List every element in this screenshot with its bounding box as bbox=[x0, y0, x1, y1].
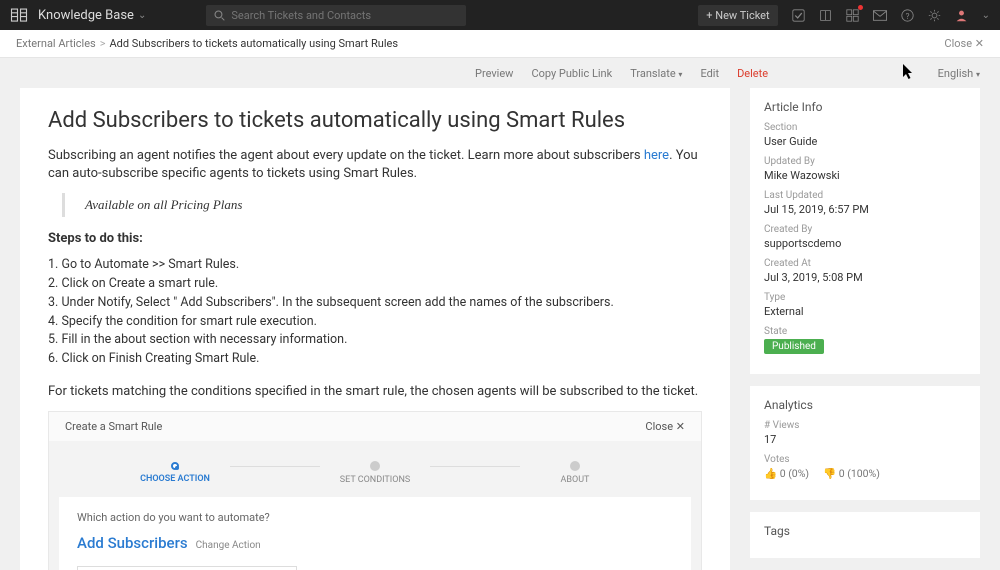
caret-down-icon: ▾ bbox=[976, 70, 980, 79]
list-item: Specify the condition for smart rule exe… bbox=[48, 313, 702, 332]
list-item: Click on Finish Creating Smart Rule. bbox=[48, 350, 702, 369]
list-item: Under Notify, Select " Add Subscribers".… bbox=[48, 294, 702, 313]
kb-title[interactable]: Knowledge Base bbox=[38, 8, 134, 23]
change-action-link[interactable]: Change Action bbox=[196, 540, 261, 551]
translate-menu[interactable]: Translate ▾ bbox=[630, 67, 682, 80]
steps-list: Go to Automate >> Smart Rules. Click on … bbox=[48, 256, 702, 369]
chevron-down-icon[interactable]: ⌄ bbox=[138, 10, 146, 21]
close-icon: ✕ bbox=[676, 420, 685, 433]
top-bar: Knowledge Base ⌄ + New Ticket ? ⌄ bbox=[0, 0, 1000, 30]
subscriber-input[interactable]: Richard Capablanca× Magnus Derbosky× bbox=[77, 566, 297, 570]
list-item: Fill in the about section with necessary… bbox=[48, 331, 702, 350]
close-icon: ✕ bbox=[975, 37, 984, 50]
new-ticket-button[interactable]: + New Ticket bbox=[698, 5, 777, 26]
steps-heading: Steps to do this: bbox=[48, 231, 702, 246]
gear-icon[interactable] bbox=[928, 9, 941, 22]
sidebar: Article Info SectionUser Guide Updated B… bbox=[750, 88, 980, 570]
embed-question: Which action do you want to automate? bbox=[77, 511, 673, 524]
article-title: Add Subscribers to tickets automatically… bbox=[48, 108, 702, 133]
notification-dot bbox=[858, 5, 863, 10]
pricing-quote: Available on all Pricing Plans bbox=[62, 193, 702, 217]
topbar-right: + New Ticket ? ⌄ bbox=[698, 5, 990, 26]
avatar-chevron-icon[interactable]: ⌄ bbox=[982, 10, 990, 21]
list-item: Click on Create a smart rule. bbox=[48, 275, 702, 294]
delete-link[interactable]: Delete bbox=[737, 67, 768, 80]
logo-icon bbox=[10, 7, 28, 23]
step-about[interactable]: ABOUT bbox=[520, 461, 630, 485]
state-badge: Published bbox=[764, 339, 824, 354]
article-outro: For tickets matching the conditions spec… bbox=[48, 383, 702, 401]
tags-panel: Tags bbox=[750, 512, 980, 558]
book-icon[interactable] bbox=[819, 9, 832, 22]
preview-link[interactable]: Preview bbox=[475, 67, 513, 80]
subscribers-link[interactable]: here bbox=[644, 148, 669, 163]
help-icon[interactable]: ? bbox=[901, 9, 914, 22]
panel-heading: Article Info bbox=[764, 100, 966, 114]
caret-down-icon: ▾ bbox=[678, 70, 682, 79]
avatar-icon[interactable] bbox=[955, 9, 968, 22]
breadcrumb-sep: > bbox=[100, 37, 106, 50]
svg-text:?: ? bbox=[905, 10, 909, 20]
breadcrumb-current: Add Subscribers to tickets automatically… bbox=[109, 37, 398, 50]
embed-title: Create a Smart Rule bbox=[65, 420, 162, 433]
breadcrumb-root[interactable]: External Articles bbox=[16, 37, 96, 50]
analytics-panel: Analytics # Views17 Votes 👍 0 (0%) 👎 0 (… bbox=[750, 386, 980, 500]
grid-icon[interactable] bbox=[846, 9, 859, 22]
embed-close[interactable]: Close ✕ bbox=[645, 420, 685, 433]
mail-icon[interactable] bbox=[873, 10, 887, 21]
search-box[interactable] bbox=[206, 5, 466, 26]
check-icon[interactable] bbox=[792, 9, 805, 22]
embedded-screenshot: Create a Smart Rule Close ✕ CHOOSE ACTIO… bbox=[48, 411, 702, 570]
close-button[interactable]: Close ✕ bbox=[944, 37, 984, 50]
list-item: Go to Automate >> Smart Rules. bbox=[48, 256, 702, 275]
article-intro: Subscribing an agent notifies the agent … bbox=[48, 147, 702, 183]
selected-action: Add Subscribers bbox=[77, 534, 188, 552]
panel-heading: Tags bbox=[764, 524, 966, 538]
copy-link[interactable]: Copy Public Link bbox=[531, 67, 612, 80]
language-menu[interactable]: English ▾ bbox=[938, 67, 980, 80]
step-choose-action[interactable]: CHOOSE ACTION bbox=[120, 462, 230, 484]
article-info-panel: Article Info SectionUser Guide Updated B… bbox=[750, 88, 980, 374]
downvote[interactable]: 👎 0 (100%) bbox=[823, 467, 880, 480]
thumb-down-icon: 👎 bbox=[823, 467, 836, 480]
breadcrumb: External Articles > Add Subscribers to t… bbox=[0, 30, 1000, 58]
panel-heading: Analytics bbox=[764, 398, 966, 412]
search-input[interactable] bbox=[231, 9, 458, 22]
step-set-conditions[interactable]: SET CONDITIONS bbox=[320, 461, 430, 485]
thumb-up-icon: 👍 bbox=[764, 467, 777, 480]
action-bar: Preview Copy Public Link Translate ▾ Edi… bbox=[0, 58, 1000, 88]
search-icon bbox=[214, 10, 225, 21]
article-body: Add Subscribers to tickets automatically… bbox=[20, 88, 730, 570]
upvote[interactable]: 👍 0 (0%) bbox=[764, 467, 809, 480]
stepper: CHOOSE ACTION SET CONDITIONS ABOUT bbox=[59, 453, 691, 497]
edit-link[interactable]: Edit bbox=[700, 67, 719, 80]
